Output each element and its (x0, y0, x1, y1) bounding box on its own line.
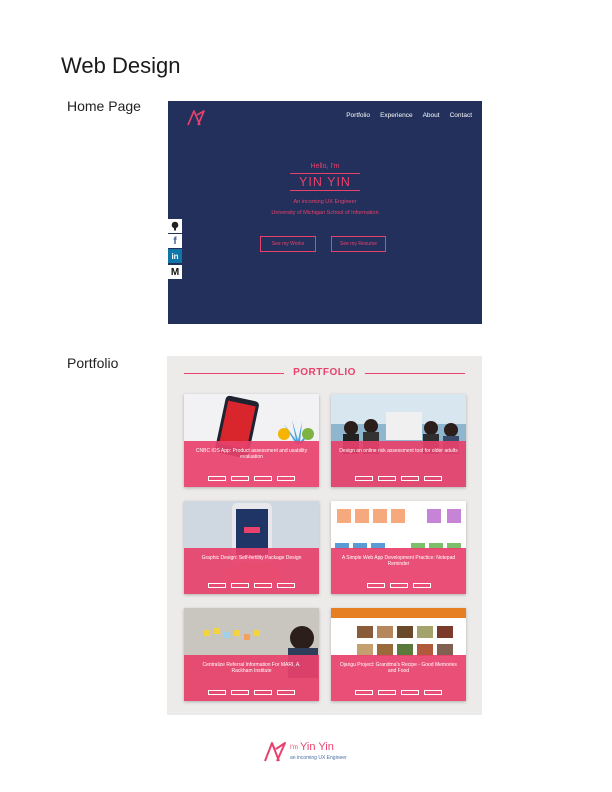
portfolio-card[interactable]: A Simple Web App Development Practice: N… (331, 501, 466, 594)
hero-tagline: An incoming UX Engineer (293, 199, 357, 205)
nav-contact[interactable]: Contact (450, 112, 472, 119)
greeting: Hello, I'm (310, 163, 340, 170)
card-tag[interactable] (401, 690, 419, 695)
card-tag[interactable] (208, 583, 226, 588)
card-tag[interactable] (378, 690, 396, 695)
card-title: A Simple Web App Development Practice: N… (341, 555, 456, 568)
linkedin-icon[interactable]: in (168, 249, 182, 263)
card-tag[interactable] (231, 690, 249, 695)
card-tag[interactable] (208, 690, 226, 695)
card-overlay: Djangu Project: Grandma's Recipe - Good … (331, 655, 466, 701)
nav-experience[interactable]: Experience (380, 112, 413, 119)
card-overlay: Design an online risk assessment tool fo… (331, 441, 466, 487)
yy-logo-icon (264, 742, 286, 762)
card-tag[interactable] (208, 476, 226, 481)
nav-about[interactable]: About (423, 112, 440, 119)
facebook-icon[interactable]: f (168, 234, 182, 248)
medium-icon[interactable]: M (168, 265, 182, 279)
card-title: Centralize Referral Information For MARI… (202, 662, 301, 675)
card-tag[interactable] (254, 583, 272, 588)
card-overlay: A Simple Web App Development Practice: N… (331, 548, 466, 594)
portfolio-card[interactable]: Centralize Referral Information For MARI… (184, 608, 319, 701)
card-tag[interactable] (389, 583, 408, 588)
portfolio-screenshot: PORTFOLIO CNBC iOS App: Product assessme… (167, 356, 482, 715)
card-tag[interactable] (277, 476, 295, 481)
logo-icon[interactable] (186, 109, 206, 127)
card-title: Design an online risk assessment tool fo… (339, 448, 458, 454)
card-tag[interactable] (424, 690, 442, 695)
card-tags (184, 476, 319, 481)
page-title: Web Design (61, 53, 181, 78)
card-tags (331, 583, 466, 588)
portfolio-heading: PORTFOLIO (293, 367, 356, 378)
nav-portfolio[interactable]: Portfolio (346, 112, 370, 119)
card-tag[interactable] (277, 690, 295, 695)
footer-prefix: I'm (290, 745, 298, 751)
card-tag[interactable] (412, 583, 431, 588)
section-label-portfolio: Portfolio (67, 355, 119, 371)
home-page-screenshot: Portfolio Experience About Contact Hello… (168, 101, 482, 324)
card-tag[interactable] (277, 583, 295, 588)
portfolio-card[interactable]: CNBC iOS App: Product assessment and usa… (184, 394, 319, 487)
card-title: Djangu Project: Grandma's Recipe - Good … (340, 662, 457, 675)
hero-school: University of Michigan School of Informa… (271, 210, 379, 216)
portfolio-card[interactable]: Graphic Design: Self-fertility Package D… (184, 501, 319, 594)
portfolio-card[interactable]: Djangu Project: Grandma's Recipe - Good … (331, 608, 466, 701)
section-label-home: Home Page (67, 98, 141, 114)
card-tag[interactable] (231, 583, 249, 588)
footer-tagline: an incoming UX Engineer (290, 755, 347, 761)
card-tag[interactable] (401, 476, 419, 481)
card-title: Graphic Design: Self-fertility Package D… (201, 555, 302, 561)
card-overlay: Graphic Design: Self-fertility Package D… (184, 548, 319, 594)
see-works-button[interactable]: See my Works (260, 236, 316, 252)
card-tags (184, 690, 319, 695)
nav-bar: Portfolio Experience About Contact (346, 112, 472, 119)
card-tag[interactable] (254, 690, 272, 695)
card-overlay: CNBC iOS App: Product assessment and usa… (184, 441, 319, 487)
card-tag[interactable] (231, 476, 249, 481)
card-tag[interactable] (378, 476, 396, 481)
hero-name: YIN YIN (290, 173, 360, 191)
portfolio-card[interactable]: Design an online risk assessment tool fo… (331, 394, 466, 487)
card-overlay: Centralize Referral Information For MARI… (184, 655, 319, 701)
github-icon[interactable] (168, 219, 182, 233)
footer-name: Yin Yin (300, 741, 334, 753)
footer-logo: I'm Yin Yin an incoming UX Engineer (263, 740, 353, 764)
card-tag[interactable] (355, 690, 373, 695)
card-tag[interactable] (366, 583, 385, 588)
card-tags (331, 690, 466, 695)
card-tags (184, 583, 319, 588)
card-tag[interactable] (424, 476, 442, 481)
card-tag[interactable] (254, 476, 272, 481)
card-title: CNBC iOS App: Product assessment and usa… (195, 448, 308, 461)
see-resume-button[interactable]: See my Resume (331, 236, 386, 252)
card-tag[interactable] (355, 476, 373, 481)
card-tags (331, 476, 466, 481)
